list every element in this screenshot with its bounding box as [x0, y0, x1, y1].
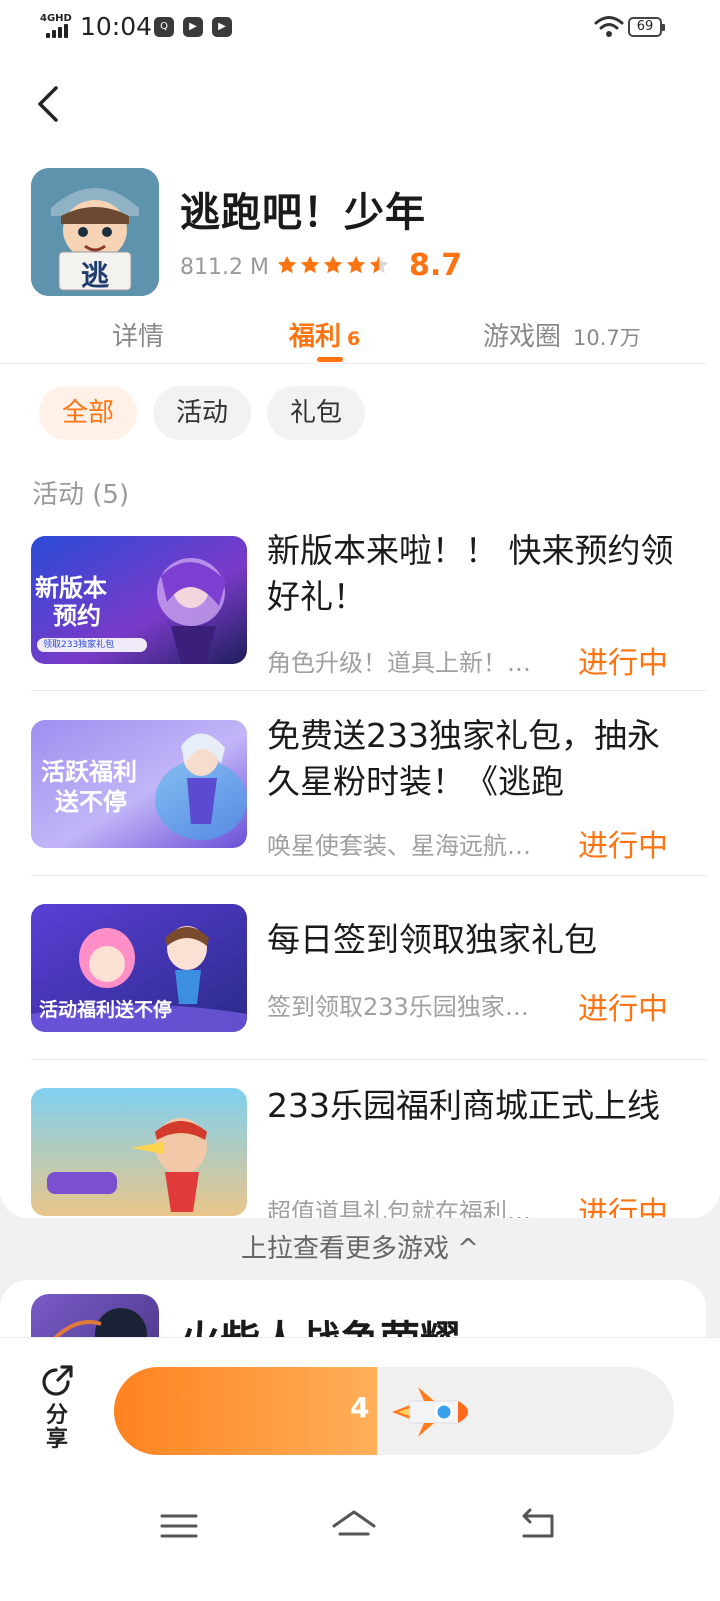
section-title: 活动 (5): [32, 480, 130, 510]
pull-up-hint[interactable]: 上拉查看更多游戏 ^: [0, 1228, 720, 1265]
divider: [0, 363, 706, 364]
home-nav-icon[interactable]: [330, 1504, 378, 1548]
thumbnail-text: 领取233独家礼包: [43, 640, 115, 650]
rocket-icon: [392, 1387, 469, 1437]
notification-video-icon: ▶: [183, 17, 203, 37]
network-type: 4GHD: [40, 13, 72, 24]
star-icon: [323, 255, 343, 274]
tab-label: 详情: [112, 322, 165, 352]
activity-title[interactable]: 每日签到领取独家礼包: [267, 917, 677, 963]
back-arrow-icon[interactable]: [30, 82, 70, 126]
activity-description: 超值道具礼包就在福利商城: [267, 1198, 547, 1218]
activity-thumbnail[interactable]: [31, 1088, 247, 1216]
notification-video-icon: ▶: [212, 17, 232, 37]
share-icon: [42, 1365, 73, 1396]
activity-status[interactable]: 进行中: [578, 1188, 668, 1218]
thumbnail-text: 活跃福利: [41, 758, 137, 786]
share-button[interactable]: 分 享: [30, 1362, 84, 1458]
activity-description: 签到领取233乐园独家礼包: [267, 993, 547, 1021]
thumbnail-text: 预约: [53, 602, 101, 630]
activity-title[interactable]: 新版本来啦！！ 快来预约领好礼！: [267, 528, 677, 620]
star-icon: [346, 255, 366, 274]
activity-thumbnail[interactable]: 活动福利送不停: [31, 904, 247, 1032]
thumbnail-text: 送不停: [55, 788, 127, 816]
activity-thumbnail[interactable]: 新版本 预约 领取233独家礼包: [31, 536, 247, 664]
filter-activity-chip[interactable]: 活动: [153, 386, 251, 440]
activity-title[interactable]: 233乐园福利商城正式上线: [267, 1083, 677, 1129]
status-bar: 4GHD 10:04 Q ▶ ▶ 69: [0, 0, 720, 58]
app-icon-glyph: 逃: [80, 259, 109, 292]
rating-score: 8.7: [409, 248, 463, 283]
activity-description: 角色升级！道具上新！新模式上线！: [267, 649, 547, 677]
tab-label: 游戏圈: [483, 322, 562, 352]
back-nav-icon[interactable]: [514, 1504, 560, 1548]
activity-status[interactable]: 进行中: [578, 821, 668, 865]
menu-nav-icon[interactable]: [156, 1504, 202, 1548]
half-star-icon: [369, 255, 389, 274]
tab-label: 福利: [289, 322, 342, 352]
star-icon: [277, 255, 297, 274]
tab-details[interactable]: 详情: [112, 316, 164, 353]
star-icon: [300, 255, 320, 274]
tab-count: 10.7万: [573, 326, 641, 350]
notification-q-icon: Q: [154, 17, 174, 37]
tab-count: 6: [347, 328, 361, 350]
signal-icon: [46, 24, 72, 38]
tab-game-circle[interactable]: 游戏圈 10.7万: [483, 316, 641, 353]
filter-all-chip[interactable]: 全部: [39, 386, 137, 440]
filter-giftpack-chip[interactable]: 礼包: [267, 386, 365, 440]
download-progress-fill: [114, 1367, 378, 1455]
app-size: 811.2 M: [180, 255, 269, 280]
activity-status[interactable]: 进行中: [578, 638, 668, 682]
share-label: 享: [45, 1427, 68, 1452]
divider: [31, 875, 706, 876]
thumbnail-text: 新版本: [35, 574, 107, 602]
share-label: 分: [45, 1403, 68, 1428]
divider: [31, 690, 706, 691]
battery-icon: 69: [628, 17, 665, 37]
clock: 10:04: [80, 12, 153, 41]
download-progress-text: 4: [350, 1391, 370, 1424]
active-tab-indicator: [317, 357, 343, 362]
app-title: 逃跑吧！少年: [180, 190, 426, 236]
thumbnail-text: 活动福利送不停: [39, 999, 173, 1021]
app-icon: 逃: [31, 168, 159, 296]
activity-thumbnail[interactable]: 活跃福利 送不停: [31, 720, 247, 848]
tab-benefits[interactable]: 福利 6: [289, 316, 360, 353]
activity-status[interactable]: 进行中: [578, 984, 668, 1028]
star-rating: [276, 254, 391, 280]
divider: [31, 1059, 706, 1060]
activity-title[interactable]: 免费送233独家礼包，抽永久星粉时装！《逃跑: [267, 713, 677, 805]
wifi-icon: [594, 16, 624, 37]
activity-description: 唤星使套装、星海远航套装免费领取: [267, 832, 547, 860]
